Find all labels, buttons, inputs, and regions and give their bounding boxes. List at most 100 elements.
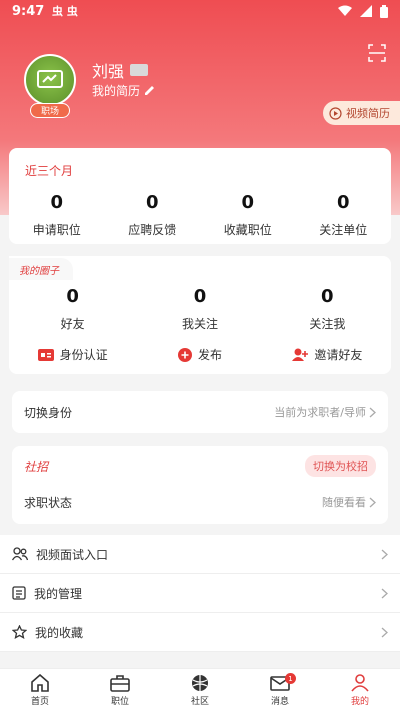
stat-value: 0 (321, 286, 334, 307)
social-recruit-card: 社招 切换为校招 求职状态 随便看看 (12, 446, 388, 524)
switch-identity-label: 切换身份 (24, 405, 73, 420)
add-user-icon (292, 348, 309, 361)
nav-label: 职位 (110, 697, 129, 707)
nav-jobs[interactable]: 职位 (80, 669, 160, 712)
stat-saved-jobs[interactable]: 0 收藏职位 (200, 192, 296, 238)
menu-label: 我的收藏 (35, 625, 84, 640)
action-label: 邀请好友 (314, 348, 363, 362)
action-label: 发布 (197, 348, 222, 362)
star-icon (12, 625, 27, 639)
scan-icon[interactable] (368, 44, 386, 62)
job-status-row[interactable]: 求职状态 随便看看 (24, 490, 376, 514)
nav-label: 消息 (270, 697, 289, 707)
wifi-icon (338, 5, 352, 16)
stat-label: 关注我 (309, 317, 346, 331)
menu-item-video-interview[interactable]: 视频面试入口 (0, 535, 400, 574)
nav-community[interactable]: 社区 (160, 669, 240, 712)
nav-label: 社区 (190, 697, 209, 707)
my-circle-title: 我的圈子 (9, 258, 73, 280)
stat-following[interactable]: 0 我关注 (136, 286, 263, 332)
avatar-image (24, 54, 76, 106)
chevron-right-icon (369, 407, 376, 417)
circle-actions-row: 身份认证 发布 邀请好友 (9, 346, 391, 363)
recent-title: 近三个月 (25, 164, 74, 178)
battery-icon (380, 4, 388, 18)
stat-followers[interactable]: 0 关注我 (264, 286, 391, 332)
id-card-icon (37, 348, 54, 361)
nav-label: 我的 (350, 697, 369, 707)
bottom-nav: 首页 职位 社区 1 消息 我的 (0, 668, 400, 712)
briefcase-icon (110, 675, 130, 692)
message-badge: 1 (285, 673, 296, 684)
svg-text:虫 虫: 虫 虫 (52, 5, 78, 17)
status-time: 9:47 (12, 3, 45, 19)
stat-label: 我关注 (181, 317, 218, 331)
chevron-right-icon (381, 549, 388, 559)
nav-mine[interactable]: 我的 (320, 669, 400, 712)
stat-label: 收藏职位 (223, 223, 272, 237)
user-name: 刘强 (92, 62, 125, 81)
stat-followed-companies[interactable]: 0 关注单位 (296, 192, 392, 238)
stat-application-feedback[interactable]: 0 应聘反馈 (105, 192, 201, 238)
invite-friends-button[interactable]: 邀请好友 (264, 346, 391, 363)
signal-icon (360, 5, 372, 17)
document-icon (12, 586, 26, 600)
menu-list: 视频面试入口 我的管理 我的收藏 (0, 535, 400, 652)
workplace-badge: 职场 (30, 103, 70, 118)
publish-button[interactable]: 发布 (136, 346, 263, 363)
menu-item-my-favorites[interactable]: 我的收藏 (0, 613, 400, 652)
current-identity: 当前为求职者/导师 (274, 404, 376, 420)
stat-value: 0 (66, 286, 79, 307)
nav-home[interactable]: 首页 (0, 669, 80, 712)
id-card-icon (130, 64, 149, 76)
my-resume-link[interactable]: 我的简历 (92, 82, 155, 99)
social-header: 社招 切换为校招 (24, 454, 376, 478)
stat-value: 0 (336, 192, 350, 213)
video-resume-label: 视频简历 (346, 107, 390, 120)
plus-circle-icon (177, 347, 192, 362)
identity-verification-button[interactable]: 身份认证 (9, 346, 136, 363)
home-icon (31, 674, 49, 692)
circle-stats-row: 0 好友 0 我关注 0 关注我 (9, 286, 391, 332)
switch-to-campus-button[interactable]: 切换为校招 (305, 455, 376, 477)
switch-identity-row[interactable]: 切换身份 当前为求职者/导师 (12, 391, 388, 433)
menu-label: 我的管理 (34, 586, 83, 601)
menu-label: 视频面试入口 (36, 547, 109, 562)
my-resume-label: 我的简历 (92, 84, 141, 98)
user-name-row: 刘强 (92, 58, 149, 82)
people-icon (12, 547, 28, 561)
stat-value: 0 (241, 192, 255, 213)
action-label: 身份认证 (59, 348, 108, 362)
chevron-right-icon (369, 497, 376, 507)
stat-label: 应聘反馈 (128, 223, 177, 237)
status-bar: 9:47 虫 虫 (0, 0, 400, 22)
avatar[interactable]: 职场 (24, 54, 76, 118)
chevron-right-icon (381, 588, 388, 598)
person-icon (351, 674, 369, 692)
job-status-value-wrap: 随便看看 (322, 494, 376, 510)
social-title: 社招 (24, 459, 49, 474)
notification-icon: 虫 虫 (52, 5, 82, 17)
recent-stats-card: 近三个月 0 申请职位 0 应聘反馈 0 收藏职位 0 关注单位 (9, 148, 391, 244)
globe-icon (192, 675, 208, 691)
job-status-value: 随便看看 (322, 496, 366, 509)
stat-label: 好友 (60, 317, 85, 331)
job-status-label: 求职状态 (24, 495, 73, 510)
stat-applied-jobs[interactable]: 0 申请职位 (9, 192, 105, 238)
edit-icon (145, 86, 155, 95)
play-icon (329, 106, 342, 120)
stat-label: 关注单位 (319, 223, 368, 237)
chevron-right-icon (381, 627, 388, 637)
menu-item-my-management[interactable]: 我的管理 (0, 574, 400, 613)
recent-stats-row: 0 申请职位 0 应聘反馈 0 收藏职位 0 关注单位 (9, 192, 391, 238)
video-resume-button[interactable]: 视频简历 (323, 101, 400, 125)
stat-label: 申请职位 (32, 223, 81, 237)
stat-value: 0 (193, 286, 207, 307)
stat-value: 0 (145, 192, 159, 213)
nav-messages[interactable]: 1 消息 (240, 669, 320, 712)
nav-label: 首页 (30, 697, 49, 707)
stat-friends[interactable]: 0 好友 (9, 286, 136, 332)
status-icons (338, 4, 388, 18)
current-identity-value: 当前为求职者/导师 (274, 406, 366, 419)
stat-value: 0 (50, 192, 64, 213)
